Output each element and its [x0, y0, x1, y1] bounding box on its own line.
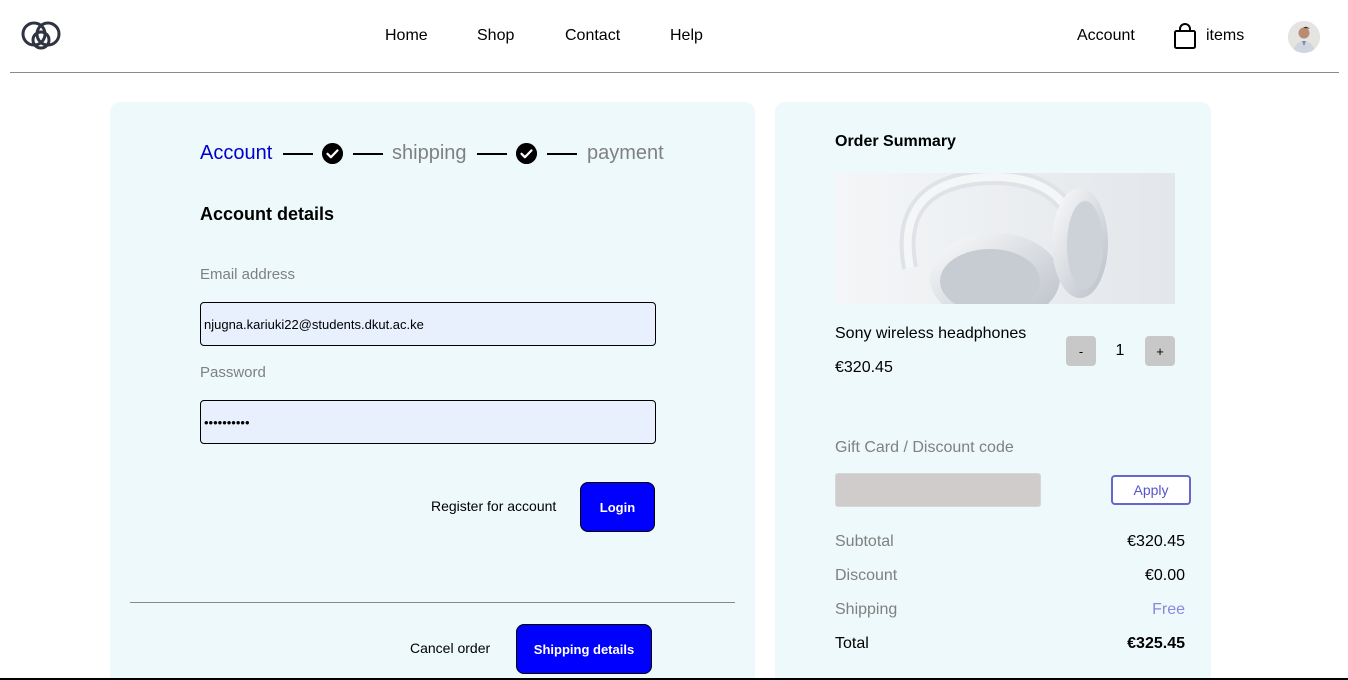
register-link[interactable]: Register for account — [431, 498, 556, 514]
email-field[interactable] — [200, 302, 656, 346]
check-circle-icon — [516, 143, 537, 164]
total-value: €325.45 — [1127, 635, 1185, 652]
avatar-image — [1288, 21, 1320, 53]
panel-divider — [130, 602, 735, 603]
shipping-label: Shipping — [835, 601, 898, 618]
cancel-order-link[interactable]: Cancel order — [410, 640, 490, 656]
step-connector — [283, 153, 313, 155]
quantity-decrease-button[interactable]: - — [1066, 336, 1096, 366]
nav-shop[interactable]: Shop — [477, 27, 514, 45]
quantity-value: 1 — [1115, 342, 1125, 359]
discount-value: €0.00 — [1144, 567, 1185, 584]
subtotal-value: €320.45 — [1127, 533, 1185, 550]
header-divider — [10, 72, 1339, 73]
step-account[interactable]: Account — [200, 141, 272, 165]
shipping-details-button[interactable]: Shipping details — [516, 624, 652, 674]
password-label: Password — [200, 364, 266, 381]
header-account-link[interactable]: Account — [1077, 27, 1135, 45]
total-label: Total — [835, 635, 869, 652]
step-payment[interactable]: payment — [587, 141, 664, 165]
headphones-image — [835, 173, 1175, 304]
apply-button[interactable]: Apply — [1111, 475, 1191, 505]
product-price: €320.45 — [835, 359, 893, 376]
account-panel — [110, 102, 755, 680]
product-image — [835, 173, 1175, 304]
order-summary-title: Order Summary — [835, 133, 956, 150]
shipping-value: Free — [1152, 601, 1185, 618]
password-field[interactable] — [200, 400, 656, 444]
shopping-bag-icon[interactable] — [1173, 23, 1197, 50]
email-label: Email address — [200, 266, 296, 283]
product-name: Sony wireless headphones — [835, 325, 1027, 342]
login-button[interactable]: Login — [580, 482, 655, 532]
cart-items-link[interactable]: items — [1206, 27, 1244, 45]
discount-code-input[interactable] — [835, 473, 1041, 507]
nav-help[interactable]: Help — [670, 27, 703, 45]
step-shipping[interactable]: shipping — [392, 141, 467, 165]
step-connector — [353, 153, 383, 155]
discount-label: Discount — [835, 567, 898, 584]
subtotal-label: Subtotal — [835, 533, 894, 550]
account-details-title: Account details — [200, 204, 335, 224]
checkout-page: Home Shop Contact Help Account items Acc… — [0, 0, 1348, 680]
check-circle-icon — [322, 143, 343, 164]
logo-icon[interactable] — [20, 18, 62, 50]
step-connector — [477, 153, 507, 155]
nav-home[interactable]: Home — [385, 27, 428, 45]
step-connector — [547, 153, 577, 155]
nav-contact[interactable]: Contact — [565, 27, 620, 45]
avatar[interactable] — [1288, 21, 1320, 53]
gift-card-label: Gift Card / Discount code — [835, 439, 1014, 456]
quantity-increase-button[interactable]: + — [1145, 336, 1175, 366]
checkout-progress: Account shipping payment — [200, 141, 680, 167]
